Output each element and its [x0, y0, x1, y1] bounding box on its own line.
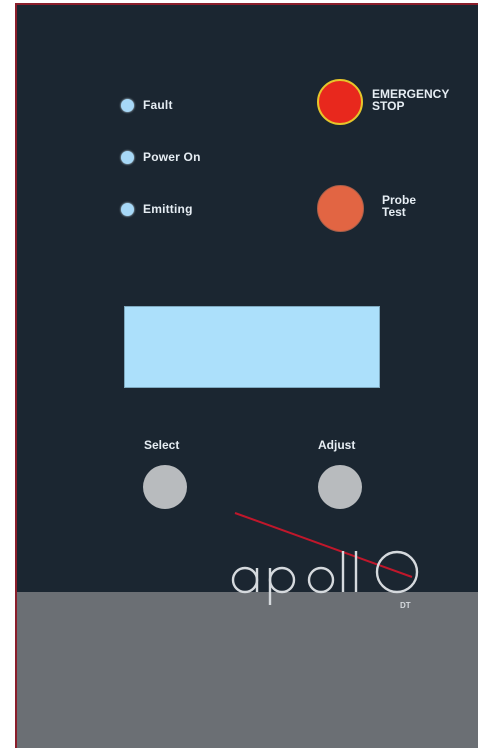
apollo-logo: DT: [231, 512, 419, 610]
apollo-wordmark-icon: [231, 550, 419, 605]
control-panel: Fault Power On Emitting EMERGENCY STOP P…: [15, 3, 478, 748]
model-label: DT: [400, 601, 411, 610]
